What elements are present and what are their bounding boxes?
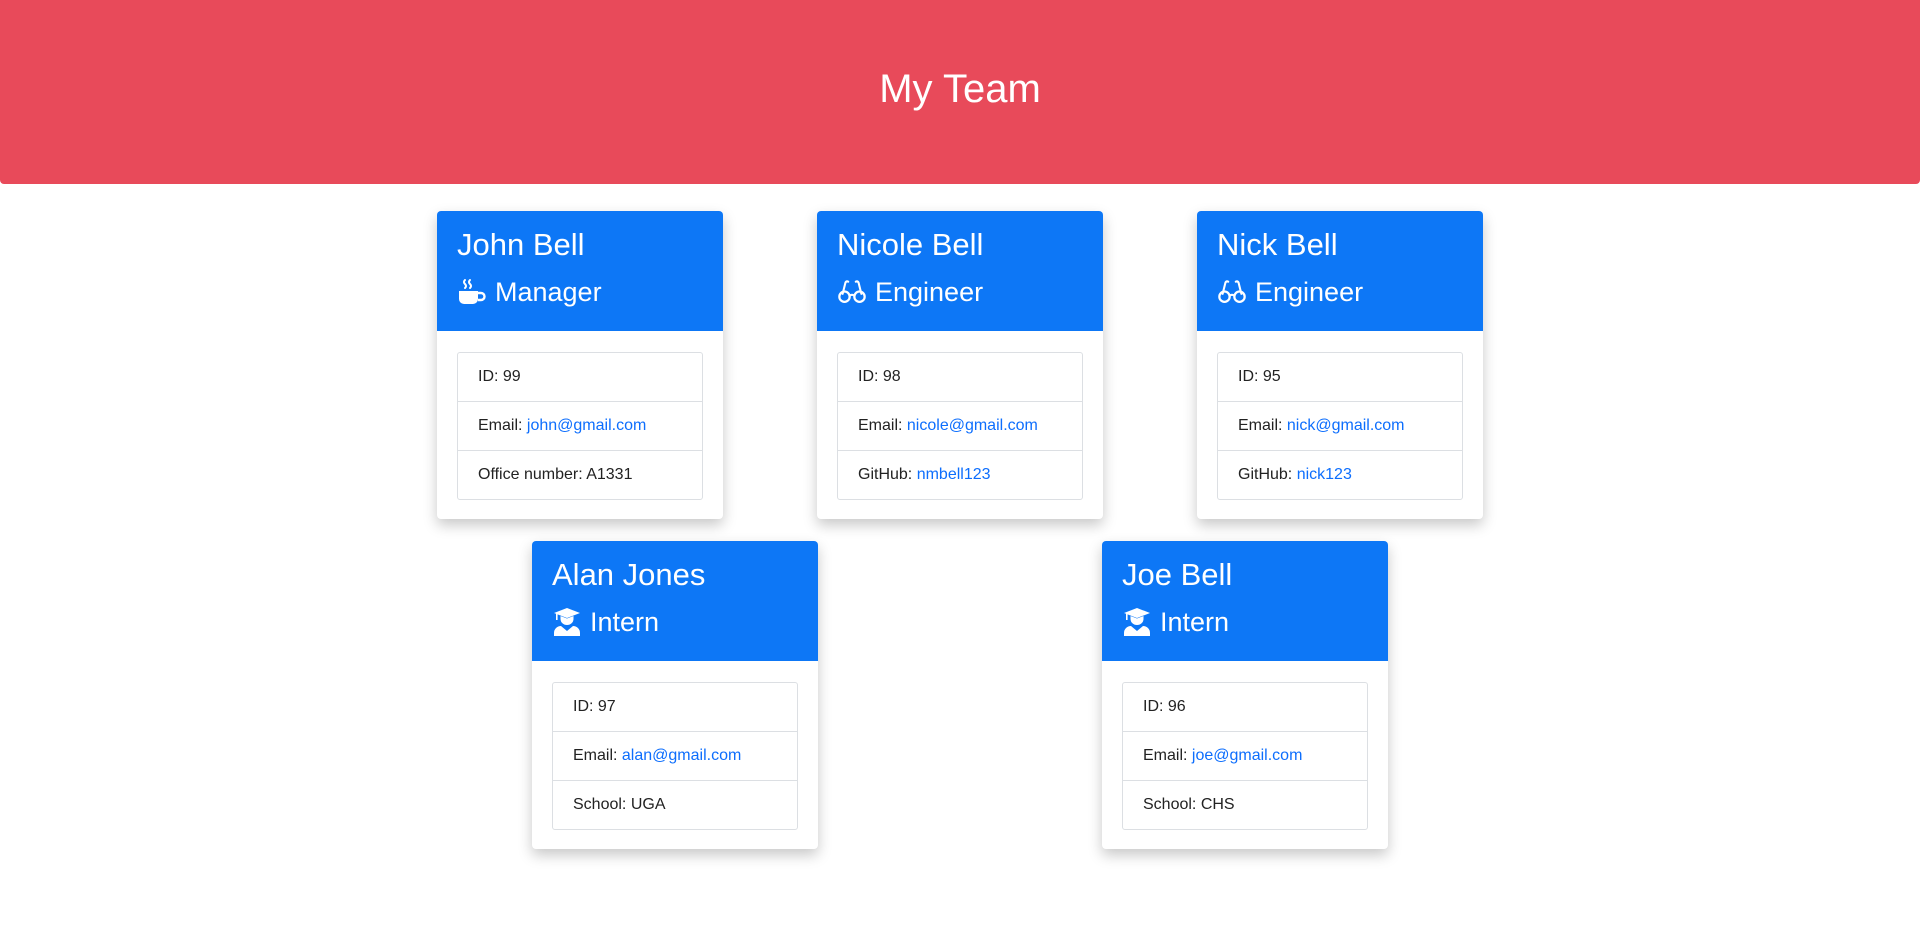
email-label: Email: (1238, 417, 1283, 434)
employee-details: ID: 97 Email: alan@gmail.com School: UGA (552, 682, 798, 830)
employee-email-row: Email: nicole@gmail.com (838, 402, 1082, 451)
email-label: Email: (858, 417, 903, 434)
github-row: GitHub: nick123 (1218, 451, 1462, 499)
glasses-icon (1217, 277, 1247, 307)
employee-id: ID: 97 (553, 683, 797, 732)
employee-role: Engineer (837, 272, 983, 312)
role-label: Intern (1160, 606, 1230, 637)
page-title: My Team (879, 67, 1041, 111)
employee-card-joe-bell: Joe Bell Intern ID: 96 Email: joe@gmail.… (1102, 541, 1388, 849)
email-link[interactable]: john@gmail.com (527, 417, 646, 434)
employee-role: Intern (552, 602, 659, 642)
employee-role: Intern (1122, 602, 1229, 642)
email-link[interactable]: nicole@gmail.com (907, 417, 1038, 434)
role-label: Engineer (875, 276, 984, 307)
employee-name: John Bell (457, 227, 585, 262)
github-label: GitHub: (1238, 466, 1293, 483)
employee-email-row: Email: nick@gmail.com (1218, 402, 1462, 451)
coffee-mug-icon (457, 277, 487, 307)
card-header: Alan Jones Intern (532, 541, 818, 661)
graduate-icon (552, 607, 582, 637)
card-header: Nick Bell Engineer (1197, 211, 1483, 331)
glasses-icon (837, 277, 867, 307)
email-label: Email: (573, 747, 618, 764)
employee-details: ID: 96 Email: joe@gmail.com School: CHS (1122, 682, 1368, 830)
email-link[interactable]: joe@gmail.com (1192, 747, 1303, 764)
employee-email-row: Email: john@gmail.com (458, 402, 702, 451)
employee-details: ID: 98 Email: nicole@gmail.com GitHub: n… (837, 352, 1083, 500)
employee-role: Engineer (1217, 272, 1363, 312)
employee-card-john-bell: John Bell Manager ID: 99 Email: john@gma… (437, 211, 723, 519)
employee-details: ID: 99 Email: john@gmail.com Office numb… (457, 352, 703, 500)
employee-role: Manager (457, 272, 602, 312)
github-label: GitHub: (858, 466, 913, 483)
employee-id: ID: 96 (1123, 683, 1367, 732)
employee-email-row: Email: joe@gmail.com (1123, 732, 1367, 781)
card-header: John Bell Manager (437, 211, 723, 331)
github-link[interactable]: nmbell123 (917, 466, 991, 483)
email-label: Email: (478, 417, 523, 434)
employee-name: Alan Jones (552, 557, 706, 592)
github-row: GitHub: nmbell123 (838, 451, 1082, 499)
employee-name: Nicole Bell (837, 227, 984, 262)
role-label: Manager (495, 276, 602, 307)
school: School: UGA (573, 796, 666, 813)
email-label: Email: (1143, 747, 1188, 764)
github-link[interactable]: nick123 (1297, 466, 1352, 483)
employee-name: Joe Bell (1122, 557, 1233, 592)
employee-card-nick-bell: Nick Bell Engineer ID: 95 Email: nick@gm… (1197, 211, 1483, 519)
school: School: CHS (1143, 796, 1235, 813)
employee-id: ID: 95 (1218, 353, 1462, 402)
employee-details: ID: 95 Email: nick@gmail.com GitHub: nic… (1217, 352, 1463, 500)
employee-id: ID: 99 (458, 353, 702, 402)
employee-name: Nick Bell (1217, 227, 1338, 262)
email-link[interactable]: alan@gmail.com (622, 747, 741, 764)
employee-card-alan-jones: Alan Jones Intern ID: 97 Email: alan@gma… (532, 541, 818, 849)
employee-card-nicole-bell: Nicole Bell Engineer ID: 98 Email: nicol… (817, 211, 1103, 519)
card-header: Nicole Bell Engineer (817, 211, 1103, 331)
graduate-icon (1122, 607, 1152, 637)
employee-email-row: Email: alan@gmail.com (553, 732, 797, 781)
employee-id: ID: 98 (838, 353, 1082, 402)
card-header: Joe Bell Intern (1102, 541, 1388, 661)
office-number: Office number: A1331 (478, 466, 633, 483)
role-label: Intern (590, 606, 660, 637)
header-banner: My Team (0, 0, 1920, 184)
email-link[interactable]: nick@gmail.com (1287, 417, 1405, 434)
role-label: Engineer (1255, 276, 1364, 307)
